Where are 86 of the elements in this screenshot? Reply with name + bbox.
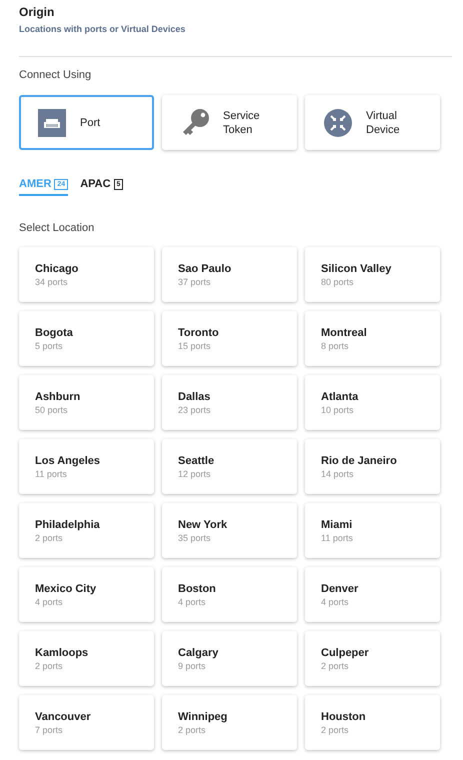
- location-card[interactable]: Dallas 23 ports: [162, 375, 297, 430]
- location-name: Ashburn: [35, 391, 82, 403]
- virtual-device-icon: [324, 108, 352, 136]
- connection-option[interactable]: Port: [19, 95, 154, 150]
- port-count: 11 ports: [321, 533, 354, 543]
- tab-label: APAC: [80, 178, 111, 190]
- location-name: Montreal: [321, 327, 368, 339]
- port-count: 7 ports: [35, 725, 64, 735]
- location-card[interactable]: Montreal 8 ports: [305, 311, 440, 366]
- option-label: Service Token: [223, 108, 261, 136]
- location-card[interactable]: Houston 2 ports: [305, 695, 440, 750]
- location-card[interactable]: Rio de Janeiro 14 ports: [305, 439, 440, 494]
- location-name: Denver: [321, 583, 360, 595]
- port-count: 15 ports: [178, 341, 212, 351]
- section-label: Connect Using: [19, 69, 92, 81]
- location-card[interactable]: Culpeper 2 ports: [305, 631, 440, 686]
- port-count: 4 ports: [178, 597, 207, 607]
- option-label: Virtual Device: [366, 108, 401, 136]
- location-name: Atlanta: [321, 391, 360, 403]
- location-card[interactable]: Atlanta 10 ports: [305, 375, 440, 430]
- location-card[interactable]: Sao Paulo 37 ports: [162, 247, 297, 302]
- location-card[interactable]: Winnipeg 2 ports: [162, 695, 297, 750]
- location-card[interactable]: Boston 4 ports: [162, 567, 297, 622]
- port-count: 2 ports: [35, 533, 64, 543]
- location-name: Winnipeg: [178, 711, 228, 723]
- port-count: 12 ports: [178, 469, 212, 479]
- location-name: Toronto: [178, 327, 220, 339]
- location-name: Chicago: [35, 263, 80, 275]
- port-count: 10 ports: [321, 405, 355, 415]
- location-name: Vancouver: [35, 711, 92, 723]
- port-count: 34 ports: [35, 277, 69, 287]
- port-count: 50 ports: [35, 405, 69, 415]
- location-name: New York: [178, 519, 228, 531]
- location-name: Kamloops: [35, 647, 90, 659]
- location-name: Calgary: [178, 647, 220, 659]
- option-label: Port: [80, 116, 102, 130]
- location-card[interactable]: Kamloops 2 ports: [19, 631, 154, 686]
- port-count: 2 ports: [35, 661, 64, 671]
- location-name: Seattle: [178, 455, 216, 467]
- section-subtitle: Locations with ports or Virtual Devices: [19, 24, 186, 34]
- port-count: 4 ports: [321, 597, 350, 607]
- port-count: 35 ports: [178, 533, 212, 543]
- port-count: 4 ports: [35, 597, 64, 607]
- location-name: Silicon Valley: [321, 263, 392, 275]
- ethernet-port-icon: [38, 108, 66, 136]
- location-card[interactable]: Philadelphia 2 ports: [19, 503, 154, 558]
- location-card[interactable]: Denver 4 ports: [305, 567, 440, 622]
- tab-label: AMER: [19, 178, 52, 190]
- port-count: 2 ports: [321, 661, 350, 671]
- port-count: 9 ports: [178, 661, 207, 671]
- location-card[interactable]: Vancouver 7 ports: [19, 695, 154, 750]
- location-name: Bogota: [35, 327, 74, 339]
- port-count: 2 ports: [321, 725, 350, 735]
- port-count: 37 ports: [178, 277, 212, 287]
- location-name: Philadelphia: [35, 519, 101, 531]
- port-count: 2 ports: [178, 725, 207, 735]
- location-name: Culpeper: [321, 647, 370, 659]
- location-card[interactable]: Ashburn 50 ports: [19, 375, 154, 430]
- location-card[interactable]: Toronto 15 ports: [162, 311, 297, 366]
- location-name: Los Angeles: [35, 455, 101, 467]
- port-count: 11 ports: [35, 469, 68, 479]
- location-name: Miami: [321, 519, 354, 531]
- section-label: Select Location: [19, 222, 96, 234]
- location-card[interactable]: Bogota 5 ports: [19, 311, 154, 366]
- location-card[interactable]: Chicago 34 ports: [19, 247, 154, 302]
- port-count: 8 ports: [321, 341, 350, 351]
- location-name: Boston: [178, 583, 217, 595]
- connection-option[interactable]: Virtual Device: [305, 95, 440, 150]
- location-name: Rio de Janeiro: [321, 455, 398, 467]
- section-title: Origin: [19, 5, 56, 19]
- port-count: 80 ports: [321, 277, 355, 287]
- location-name: Houston: [321, 711, 367, 723]
- location-card[interactable]: Miami 11 ports: [305, 503, 440, 558]
- location-name: Dallas: [178, 391, 212, 403]
- location-card[interactable]: Silicon Valley 80 ports: [305, 247, 440, 302]
- location-card[interactable]: Seattle 12 ports: [162, 439, 297, 494]
- connection-option[interactable]: Service Token: [162, 95, 297, 150]
- location-card[interactable]: Mexico City 4 ports: [19, 567, 154, 622]
- port-count: 14 ports: [321, 469, 355, 479]
- location-card[interactable]: Los Angeles 11 ports: [19, 439, 154, 494]
- location-name: Mexico City: [35, 583, 98, 595]
- location-card[interactable]: New York 35 ports: [162, 503, 297, 558]
- location-name: Sao Paulo: [178, 263, 232, 275]
- port-count: 23 ports: [178, 405, 212, 415]
- location-card[interactable]: Calgary 9 ports: [162, 631, 297, 686]
- port-count: 5 ports: [35, 341, 64, 351]
